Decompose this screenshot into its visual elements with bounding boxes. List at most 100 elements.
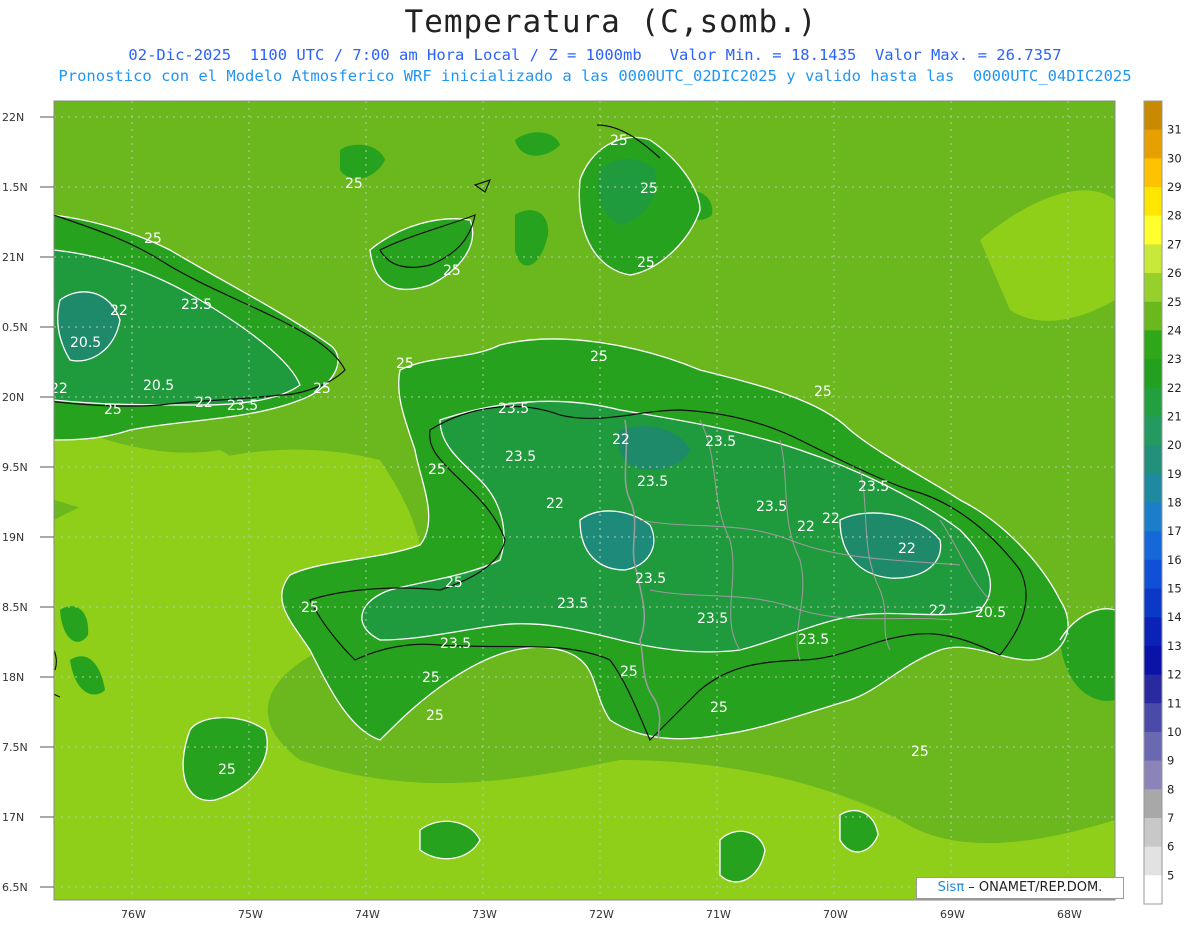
contour-label: 22	[612, 432, 630, 448]
contour-label: 22	[929, 603, 947, 619]
colorbar-level-label: 17	[1167, 524, 1182, 538]
contour-label: 22	[546, 496, 564, 512]
lon-label: 76W	[121, 908, 146, 921]
lat-label: 0.5N	[2, 321, 28, 334]
colorbar-level-label: 23	[1167, 352, 1182, 366]
lat-label: 17N	[2, 811, 24, 824]
contour-label: 25	[422, 670, 440, 686]
colorbar-swatch	[1144, 273, 1162, 303]
pi-logo: π	[956, 880, 965, 895]
colorbar-level-label: 30	[1167, 151, 1182, 165]
colorbar-level-label: 27	[1167, 237, 1182, 251]
colorbar-swatch	[1144, 473, 1162, 503]
colorbar-level-label: 19	[1167, 467, 1182, 481]
contour-label: 22	[822, 511, 840, 527]
colorbar-level-label: 14	[1167, 610, 1182, 624]
contour-label: 23.5	[635, 571, 666, 587]
colorbar-swatch	[1144, 158, 1162, 188]
contour-label: 22	[797, 519, 815, 535]
lat-label: 19N	[2, 531, 24, 544]
contour-label: 20.5	[70, 335, 101, 351]
colorbar-swatch	[1144, 789, 1162, 819]
colorbar-swatch	[1144, 301, 1162, 331]
contour-label: 25	[396, 356, 414, 372]
colorbar-swatch	[1144, 531, 1162, 561]
contour-label: 25	[911, 744, 929, 760]
contour-label: 23.5	[705, 434, 736, 450]
colorbar-swatch	[1144, 703, 1162, 733]
longitude-axis: 76W 75W 74W 73W 72W 71W 70W 69W 68W	[121, 908, 1082, 921]
contour-label: 20.5	[143, 378, 174, 394]
colorbar-level-label: 26	[1167, 266, 1182, 280]
colorbar-swatch	[1144, 502, 1162, 532]
colorbar-swatch	[1144, 559, 1162, 590]
contour-label: 25	[345, 176, 363, 192]
colorbar-level-label: 16	[1167, 553, 1182, 567]
colorbar-level-label: 8	[1167, 782, 1174, 796]
colorbar-level-label: 9	[1167, 754, 1174, 768]
lon-label: 75W	[238, 908, 263, 921]
colorbar-level-label: 29	[1167, 180, 1182, 194]
credit-box: Sisπ – ONAMET/REP.DOM.	[916, 877, 1124, 899]
contour-label: 25	[620, 664, 638, 680]
colorbar-swatch	[1144, 817, 1162, 848]
colorbar-swatch	[1144, 330, 1162, 360]
contour-label: 23.5	[697, 611, 728, 627]
colorbar-level-label: 18	[1167, 496, 1182, 510]
lat-label: 21N	[2, 251, 24, 264]
lat-label: 20N	[2, 391, 24, 404]
contour-label: 22	[110, 303, 128, 319]
lon-label: 68W	[1057, 908, 1082, 921]
colorbar-swatch	[1144, 588, 1162, 618]
credit-text: – ONAMET/REP.DOM.	[968, 880, 1103, 895]
colorbar-level-label: 20	[1167, 438, 1182, 452]
contour-label: 23.5	[557, 596, 588, 612]
lon-label: 74W	[355, 908, 380, 921]
colorbar-level-label: 11	[1167, 696, 1182, 710]
contour-label: 23.5	[637, 474, 668, 490]
contour-label: 22	[195, 395, 213, 411]
colorbar-level-label: 5	[1167, 868, 1174, 882]
colorbar-swatch	[1144, 129, 1162, 159]
contour-label: 23.5	[505, 449, 536, 465]
lat-label: 9.5N	[2, 461, 28, 474]
colorbar: 31 30 29 28 27 26 25 24 23 22 21 20 19 18 17 16 15 14 13 12…	[1143, 100, 1182, 905]
lat-label: 7.5N	[2, 741, 28, 754]
colorbar-level-label: 6	[1167, 840, 1174, 854]
contour-label: 25	[443, 263, 461, 279]
colorbar-swatch	[1144, 101, 1162, 131]
latitude-axis: 22N 1.5N 21N 0.5N 20N 9.5N 19N 8.5N 18N …	[2, 111, 54, 894]
lat-label: 18N	[2, 671, 24, 684]
contour-label: 25	[590, 349, 608, 365]
colorbar-swatch	[1144, 187, 1162, 217]
contour-label: 25	[104, 402, 122, 418]
contour-label: 25	[144, 231, 162, 247]
colorbar-swatch	[1144, 387, 1162, 417]
lon-label: 73W	[472, 908, 497, 921]
contour-label: 25	[301, 600, 319, 616]
contour-label: 20.5	[975, 605, 1006, 621]
lat-label: 22N	[2, 111, 24, 124]
lat-label: 8.5N	[2, 601, 28, 614]
colorbar-swatch	[1144, 445, 1162, 475]
contour-label: 23.5	[440, 636, 471, 652]
contour-label: 25	[313, 381, 331, 397]
colorbar-level-label: 22	[1167, 381, 1182, 395]
colorbar-swatch	[1144, 674, 1162, 704]
colorbar-swatch	[1144, 359, 1162, 389]
colorbar-level-label: 10	[1167, 725, 1182, 739]
colorbar-swatch	[1144, 645, 1162, 676]
contour-label: 23.5	[798, 632, 829, 648]
contour-label: 23.5	[227, 398, 258, 414]
colorbar-level-label: 12	[1167, 668, 1182, 682]
lon-label: 72W	[589, 908, 614, 921]
credit-sis: Sis	[937, 880, 957, 895]
colorbar-swatch	[1144, 244, 1162, 274]
colorbar-level-label: 21	[1167, 409, 1182, 423]
contour-label: 25	[610, 133, 628, 149]
lat-label: 1.5N	[2, 181, 28, 194]
contour-label: 25	[428, 462, 446, 478]
colorbar-level-label: 28	[1167, 209, 1182, 223]
lon-label: 71W	[706, 908, 731, 921]
contour-label: 25	[218, 762, 236, 778]
